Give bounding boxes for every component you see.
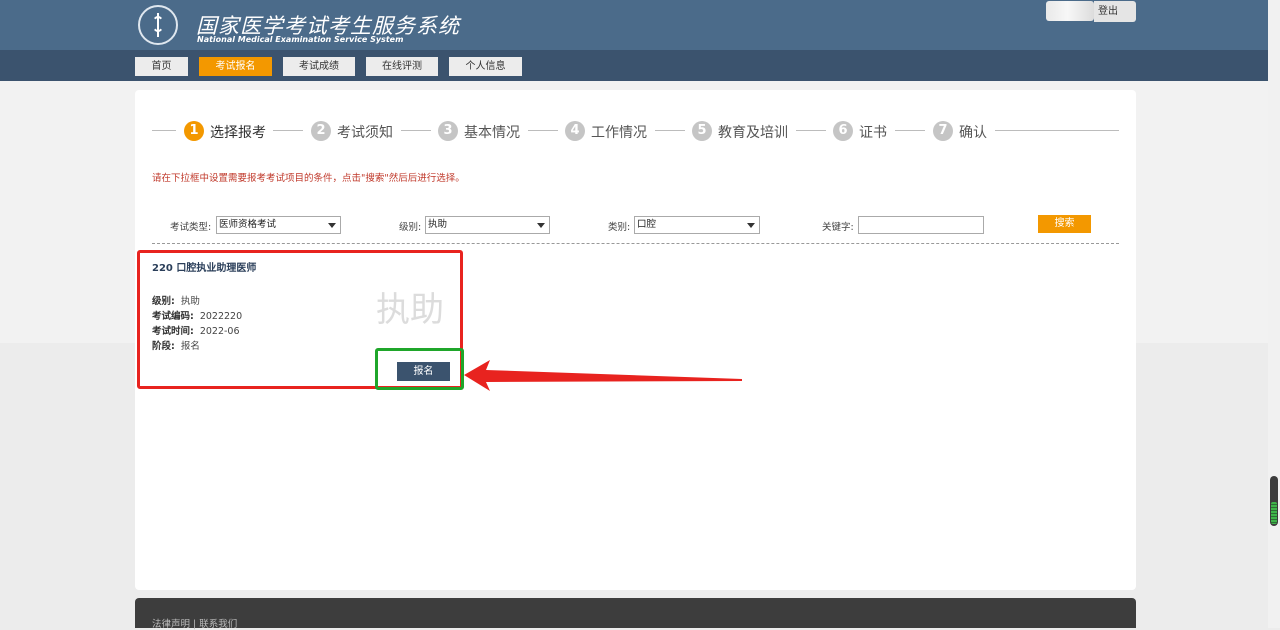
nav-exam-scores[interactable]: 考试成绩 <box>283 57 355 76</box>
step-4-label: 工作情况 <box>591 125 647 141</box>
nav-bar <box>0 50 1280 81</box>
nav-exam-registration[interactable]: 考试报名 <box>199 57 272 76</box>
step-connector <box>995 130 1119 131</box>
step-5-number: 5 <box>692 121 712 141</box>
medical-emblem-icon <box>138 5 178 45</box>
level-value: 执助 <box>428 219 448 230</box>
step-6-number: 6 <box>833 121 853 141</box>
step-connector <box>401 130 431 131</box>
instruction-hint: 请在下拉框中设置需要报考考试项目的条件，点击"搜索"然后后进行选择。 <box>152 173 465 184</box>
info-row-code: 考试编码: 2022220 <box>152 308 242 322</box>
step-5-label: 教育及培训 <box>718 125 788 141</box>
step-connector <box>528 130 558 131</box>
info-row-stage: 阶段: 报名 <box>152 338 200 352</box>
divider <box>152 243 1119 244</box>
exam-type-value: 医师资格考试 <box>219 219 277 230</box>
step-7-label: 确认 <box>959 125 987 141</box>
step-3-number: 3 <box>438 121 458 141</box>
site-subtitle: National Medical Examination Service Sys… <box>197 35 404 44</box>
step-3-label: 基本情况 <box>464 125 520 141</box>
step-connector <box>895 130 925 131</box>
exam-title: 220 口腔执业助理医师 <box>152 263 257 274</box>
step-6-label: 证书 <box>859 125 887 141</box>
level-select[interactable]: 执助 <box>425 216 550 234</box>
avatar <box>1046 1 1094 21</box>
nav-personal-info[interactable]: 个人信息 <box>449 57 522 76</box>
logout-button[interactable]: 登出 <box>1094 1 1136 22</box>
info-value: 报名 <box>180 341 200 352</box>
step-7-number: 7 <box>933 121 953 141</box>
keyword-input[interactable] <box>858 216 984 234</box>
exam-type-select[interactable]: 医师资格考试 <box>216 216 341 234</box>
step-connector <box>273 130 303 131</box>
category-select[interactable]: 口腔 <box>634 216 760 234</box>
info-value: 执助 <box>180 296 200 307</box>
info-row-time: 考试时间: 2022-06 <box>152 323 240 337</box>
chevron-down-icon <box>747 223 755 228</box>
chevron-down-icon <box>328 223 336 228</box>
info-key: 阶段: <box>152 341 175 352</box>
info-row-level: 级别: 执助 <box>152 293 200 307</box>
info-value: 2022220 <box>199 311 243 322</box>
step-connector <box>655 130 685 131</box>
info-value: 2022-06 <box>199 326 240 337</box>
level-label: 级别: <box>399 222 422 233</box>
step-connector <box>152 130 176 131</box>
step-connector <box>796 130 826 131</box>
info-key: 考试时间: <box>152 326 194 337</box>
step-1-label: 选择报考 <box>210 125 266 141</box>
step-2-number: 2 <box>311 121 331 141</box>
exam-type-label: 考试类型: <box>170 222 212 233</box>
category-label: 类别: <box>608 222 631 233</box>
footer-separator: | <box>193 619 197 630</box>
info-key: 考试编码: <box>152 311 194 322</box>
category-value: 口腔 <box>637 219 657 230</box>
step-2-label: 考试须知 <box>337 125 393 141</box>
info-key: 级别: <box>152 296 175 307</box>
legal-link[interactable]: 法律声明 <box>152 619 190 630</box>
step-1-number: 1 <box>184 121 204 141</box>
step-4-number: 4 <box>565 121 585 141</box>
nav-home[interactable]: 首页 <box>135 57 188 76</box>
level-watermark: 执助 <box>376 290 444 330</box>
footer <box>135 598 1136 628</box>
chevron-down-icon <box>537 223 545 228</box>
nav-online-assessment[interactable]: 在线评测 <box>366 57 438 76</box>
signup-button[interactable]: 报名 <box>397 362 450 381</box>
red-arrow-icon <box>464 360 742 391</box>
search-button[interactable]: 搜索 <box>1038 215 1091 233</box>
contact-link[interactable]: 联系我们 <box>199 619 237 630</box>
emblem-snake <box>152 16 164 32</box>
scrollbar-track[interactable] <box>1268 0 1280 628</box>
scrollbar-grip[interactable] <box>1271 502 1277 524</box>
keyword-label: 关键字: <box>822 222 854 233</box>
